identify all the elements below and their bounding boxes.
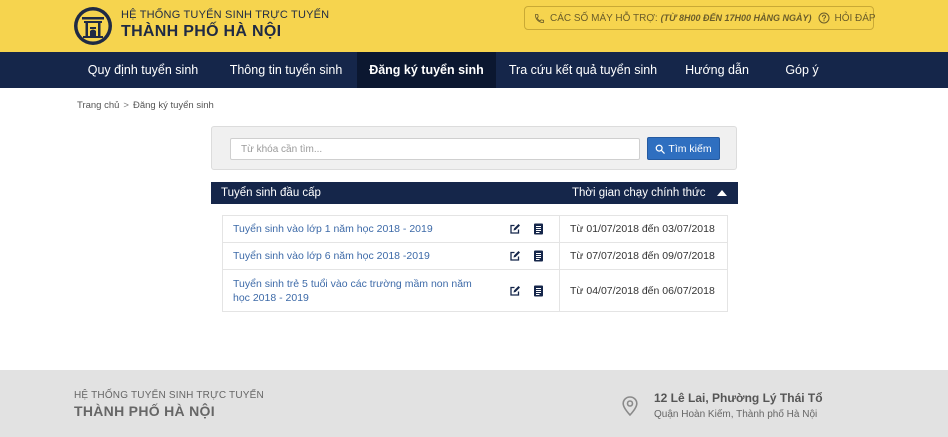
brand-line1: HỆ THỐNG TUYỂN SINH TRỰC TUYẾN [121, 9, 330, 21]
table-row: Tuyển sinh vào lớp 1 năm học 2018 - 2019… [223, 216, 727, 243]
support-hours: (TỪ 8H00 ĐẾN 17H00 HÀNG NGÀY) [660, 13, 812, 23]
table-header-bar: Tuyển sinh đầu cấp Thời gian chạy chính … [211, 182, 738, 204]
collapse-caret-icon[interactable] [717, 190, 727, 196]
site-header: HỆ THỐNG TUYỂN SINH TRỰC TUYẾN THÀNH PHỐ… [0, 0, 948, 52]
search-input[interactable] [230, 138, 640, 160]
search-icon [656, 144, 666, 154]
row-period: Từ 01/07/2018 đến 03/07/2018 [559, 216, 727, 242]
breadcrumb-separator: > [123, 100, 129, 111]
support-hotline[interactable]: CÁC SỐ MÁY HỖ TRỢ: (TỪ 8H00 ĐẾN 17H00 HÀ… [525, 7, 811, 29]
row-actions [493, 216, 559, 242]
map-pin-icon [622, 396, 638, 416]
table-row: Tuyển sinh vào lớp 6 năm học 2018 -2019 … [223, 243, 727, 270]
document-icon[interactable] [533, 285, 544, 297]
row-period: Từ 04/07/2018 đến 06/07/2018 [559, 270, 727, 311]
row-actions [493, 270, 559, 311]
main-nav: Quy định tuyển sinh Thông tin tuyển sinh… [0, 52, 948, 88]
row-period: Từ 07/07/2018 đến 09/07/2018 [559, 243, 727, 269]
admission-list: Tuyển sinh vào lớp 1 năm học 2018 - 2019… [222, 215, 728, 312]
brand-title: HỆ THỐNG TUYỂN SINH TRỰC TUYẾN THÀNH PHỐ… [121, 9, 329, 42]
brand-line2: THÀNH PHỐ HÀ NỘI [121, 23, 282, 40]
nav-item-gop-y[interactable]: Góp ý [778, 52, 826, 88]
search-button-label: Tìm kiếm [668, 142, 712, 155]
footer-address-line2: Quận Hoàn Kiếm, Thành phố Hà Nội [654, 409, 818, 420]
document-icon[interactable] [533, 250, 544, 262]
document-icon[interactable] [533, 223, 544, 235]
support-label: CÁC SỐ MÁY HỖ TRỢ: [550, 12, 658, 24]
hanoi-emblem-logo[interactable] [73, 6, 113, 46]
row-actions [493, 243, 559, 269]
edit-icon[interactable] [509, 250, 521, 262]
admission-link[interactable]: Tuyển sinh vào lớp 1 năm học 2018 - 2019 [223, 216, 493, 242]
admission-link[interactable]: Tuyển sinh vào lớp 6 năm học 2018 -2019 [223, 243, 493, 269]
nav-item-thong-tin[interactable]: Thông tin tuyển sinh [222, 52, 350, 88]
breadcrumb: Trang chủ > Đăng ký tuyển sinh [77, 100, 214, 111]
edit-icon[interactable] [509, 285, 521, 297]
nav-item-quy-dinh[interactable]: Quy định tuyển sinh [80, 52, 206, 88]
nav-item-tra-cuu[interactable]: Tra cứu kết quả tuyển sinh [508, 52, 658, 88]
search-panel: Tìm kiếm [211, 126, 737, 170]
table-header-left: Tuyển sinh đầu cấp [221, 187, 321, 199]
support-bar: CÁC SỐ MÁY HỖ TRỢ: (TỪ 8H00 ĐẾN 17H00 HÀ… [524, 6, 876, 30]
table-row: Tuyển sinh trẻ 5 tuổi vào các trường mầm… [223, 270, 727, 311]
phone-icon [534, 13, 545, 23]
admission-link[interactable]: Tuyển sinh trẻ 5 tuổi vào các trường mầm… [223, 270, 493, 311]
faq-label: HỎI ĐÁP [834, 12, 876, 24]
footer-line1: HỆ THỐNG TUYỂN SINH TRỰC TUYẾN [74, 390, 264, 401]
nav-item-huong-dan[interactable]: Hướng dẫn [682, 52, 752, 88]
table-header-right: Thời gian chạy chính thức [572, 187, 706, 199]
footer-line2: THÀNH PHỐ HÀ NỘI [74, 403, 215, 419]
faq-link[interactable]: HỎI ĐÁP [811, 7, 885, 29]
breadcrumb-current: Đăng ký tuyển sinh [132, 100, 214, 111]
footer-address-line1: 12 Lê Lai, Phường Lý Thái Tổ [654, 391, 823, 405]
breadcrumb-home[interactable]: Trang chủ [77, 100, 119, 111]
site-footer: HỆ THỐNG TUYỂN SINH TRỰC TUYẾN THÀNH PHỐ… [0, 370, 948, 437]
search-button[interactable]: Tìm kiếm [647, 137, 720, 160]
question-circle-icon [818, 12, 830, 24]
edit-icon[interactable] [509, 223, 521, 235]
nav-item-dang-ky[interactable]: Đăng ký tuyển sinh [357, 52, 496, 88]
